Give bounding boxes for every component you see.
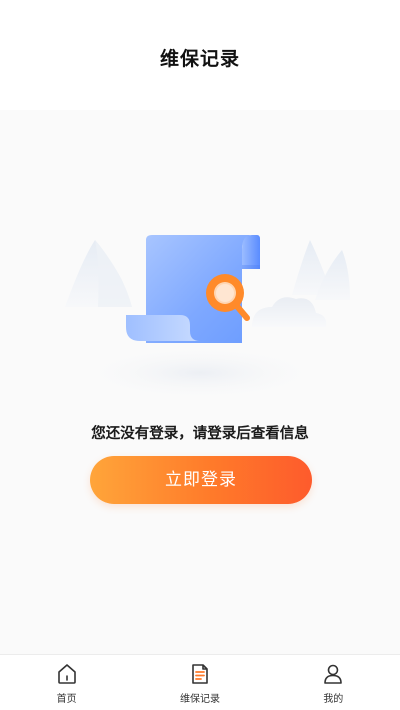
tab-mine-label: 我的 xyxy=(323,694,344,705)
tab-maintenance-records[interactable]: 维保记录 xyxy=(133,655,266,710)
empty-state-message: 您还没有登录，请登录后查看信息 xyxy=(91,426,309,442)
tab-mine[interactable]: 我的 xyxy=(267,655,400,710)
home-icon xyxy=(57,664,76,684)
page-title: 维保记录 xyxy=(159,48,240,70)
document-search-illustration xyxy=(65,235,350,401)
maintenance-records-page: 维保记录 您还没有登录，请登录后查看信息 立即登录 首页 维保记录 我的 xyxy=(0,0,400,710)
document-list-icon xyxy=(192,664,208,684)
bottom-tab-bar: 首页 维保记录 我的 xyxy=(0,654,400,710)
header: 维保记录 xyxy=(0,0,400,110)
tab-home[interactable]: 首页 xyxy=(0,655,133,710)
tab-maintenance-records-label: 维保记录 xyxy=(179,694,220,705)
tab-home-label: 首页 xyxy=(56,694,77,705)
user-icon xyxy=(324,664,343,684)
login-now-button[interactable]: 立即登录 xyxy=(90,456,312,504)
